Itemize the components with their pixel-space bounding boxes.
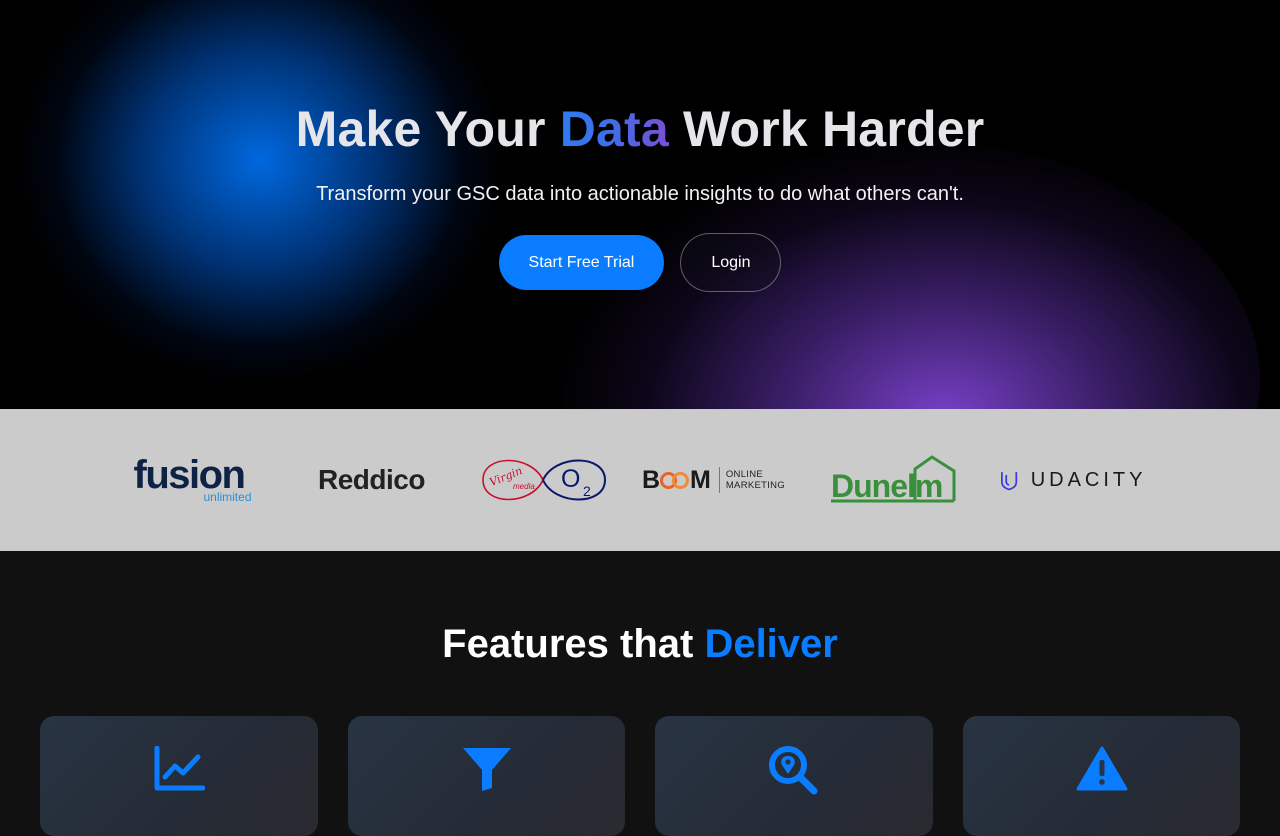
feature-cards (0, 716, 1280, 836)
hero-title-end: Work Harder (668, 101, 985, 157)
feature-card[interactable] (655, 716, 933, 836)
features-title-accent: Deliver (704, 622, 838, 666)
hero-buttons: Start Free Trial Login (0, 233, 1280, 292)
boom-sub-line-1: ONLINE (725, 469, 764, 480)
reddico-logo: Reddico (309, 464, 435, 496)
fusion-logo-subtext: unlimited (203, 490, 252, 504)
virgin-media-o2-mark: Virgin media O 2 (481, 459, 606, 501)
hero-content: Make Your Data Work Harder Transform you… (0, 0, 1280, 292)
feature-card[interactable] (963, 716, 1240, 836)
fusion-logo: fusion unlimited (133, 453, 254, 504)
boom-sub-line-2: MARKETING (725, 480, 786, 491)
udacity-u-mark (1000, 472, 1017, 491)
feature-card[interactable] (348, 716, 625, 836)
search-location-icon (769, 746, 818, 795)
features-section: Features that Deliver (0, 621, 1280, 836)
boom-divider (718, 467, 720, 493)
udacity-logo: UDACITY (999, 465, 1147, 495)
o2-mark-text: O (561, 465, 580, 493)
dunelm-logo-wordmark: Dunelm (831, 468, 942, 504)
hero-subtitle: Transform your GSC data into actionable … (316, 183, 964, 205)
start-free-trial-button[interactable]: Start Free Trial (498, 235, 665, 290)
o2-subscript-text: 2 (583, 483, 591, 499)
feature-card[interactable] (40, 716, 318, 836)
features-title: Features that Deliver (0, 621, 1280, 667)
features-title-start: Features that (442, 622, 705, 666)
boom-logo: BM ONLINE MARKETING (639, 466, 789, 495)
boom-o-ring (672, 471, 690, 489)
filter-icon (462, 748, 511, 791)
virgin-media-o2-logo: Virgin media O 2 (479, 448, 609, 512)
client-logos-strip: fusion unlimited Reddico Virgin media O … (0, 409, 1280, 551)
boom-logo-subtext: ONLINE MARKETING (726, 469, 785, 491)
reddico-logo-wordmark: Reddico (318, 464, 425, 495)
media-text: media (513, 482, 535, 491)
line-chart-icon (154, 746, 205, 791)
dunelm-mark: Dunelm (830, 455, 955, 504)
warning-icon (1076, 746, 1127, 791)
fusion-logo-wordmark: fusion (133, 453, 246, 497)
client-logos-row: fusion unlimited Reddico Virgin media O … (134, 448, 1147, 512)
hero-section: Make Your Data Work Harder Transform you… (0, 0, 1280, 409)
hero-title: Make Your Data Work Harder (0, 100, 1280, 158)
dunelm-logo: Dunelm (830, 454, 957, 506)
login-button[interactable]: Login (680, 233, 782, 292)
hero-title-start: Make Your (295, 101, 560, 157)
boom-letter-m: M (690, 465, 711, 494)
udacity-logo-wordmark: UDACITY (1030, 468, 1147, 491)
hero-title-accent: Data (559, 101, 669, 157)
boom-letter-b: B (641, 465, 660, 494)
boom-logo-wordmark: BM (641, 465, 711, 495)
